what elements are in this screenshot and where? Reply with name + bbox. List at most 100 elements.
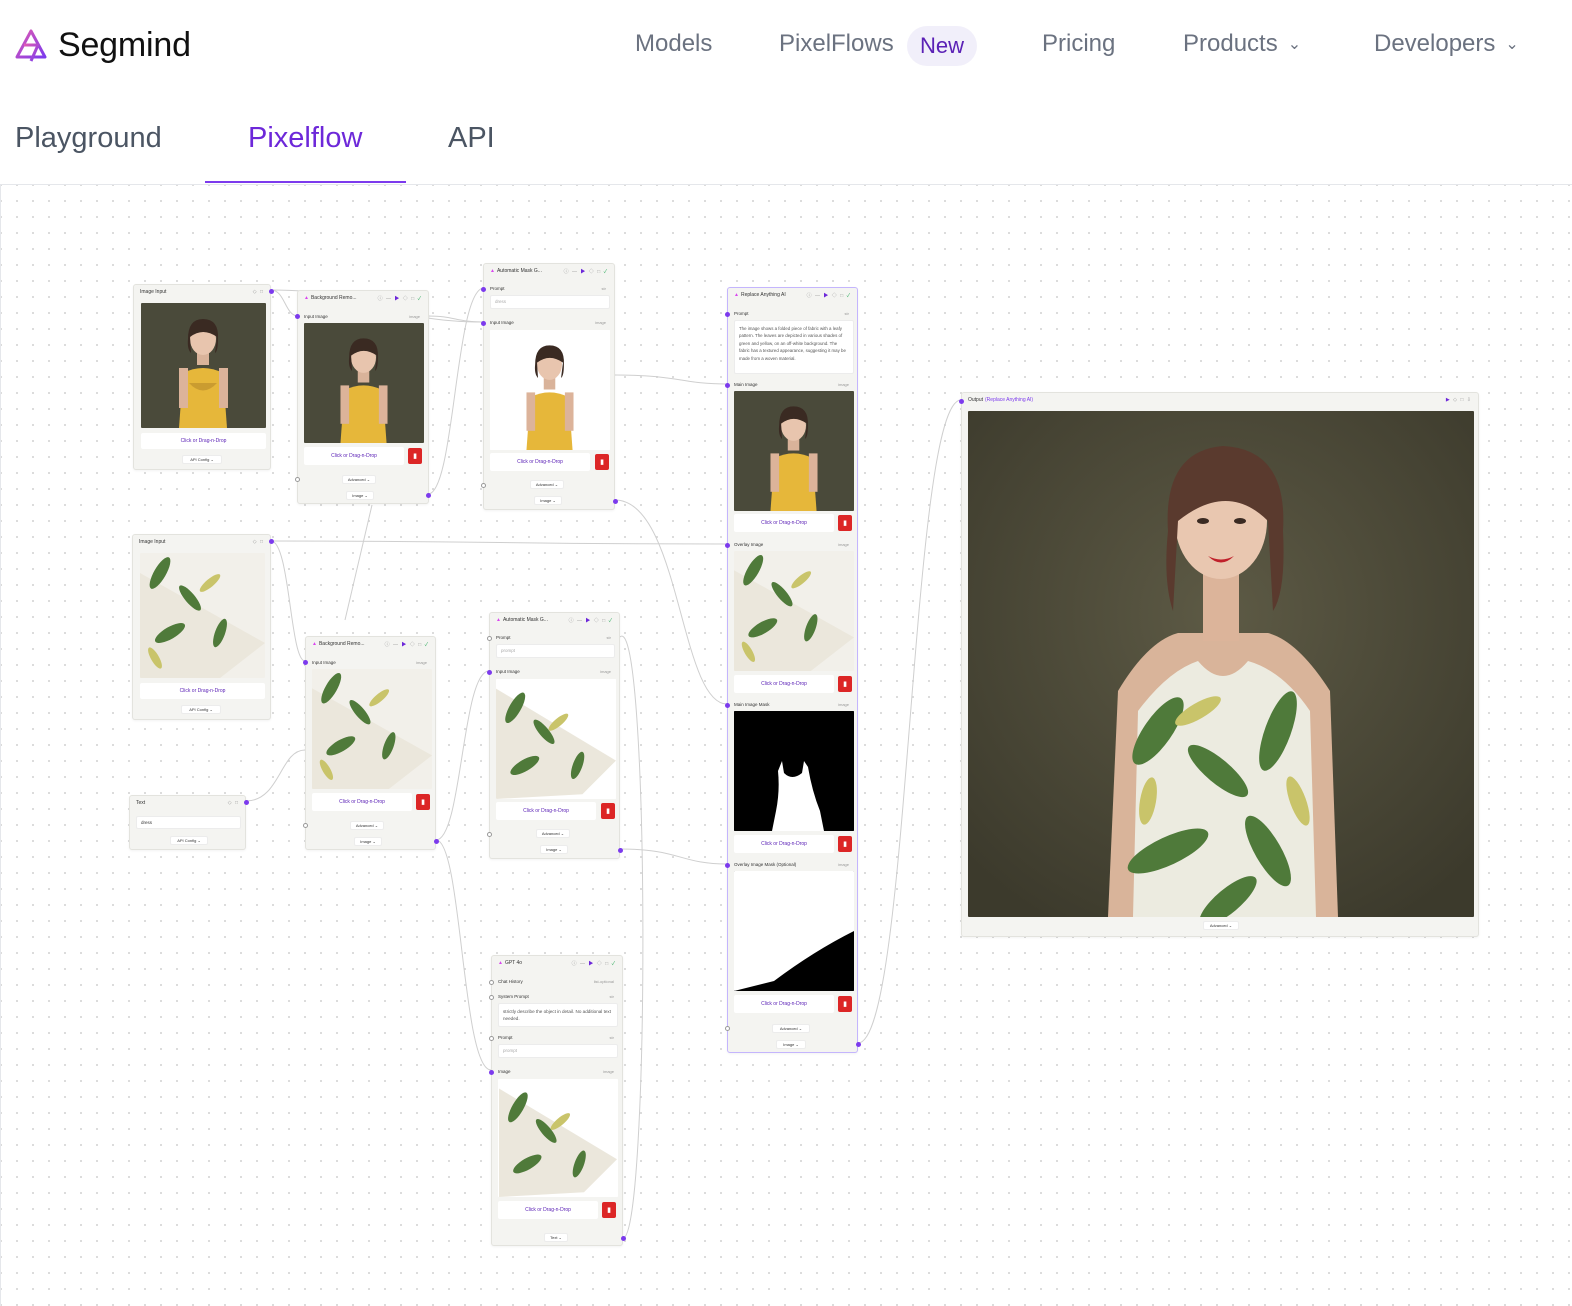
delete-icon[interactable]: ▮ (595, 454, 609, 470)
input-port[interactable] (481, 321, 486, 326)
output-type-dropdown[interactable]: Image ⌄ (776, 1040, 806, 1049)
output-type-dropdown[interactable]: Image ⌄ (346, 491, 374, 500)
prompt-input[interactable]: prompt (498, 1044, 618, 1058)
node-actions[interactable]: ⓘ — ▶ ◇ □ ✓ (564, 268, 608, 275)
output-port[interactable] (434, 839, 439, 844)
delete-icon[interactable]: ▮ (601, 803, 615, 819)
output-port[interactable] (269, 289, 274, 294)
output-type-dropdown[interactable]: Image ⌄ (540, 845, 568, 854)
chat-history-port[interactable] (489, 980, 494, 985)
delete-icon[interactable]: ▮ (838, 996, 852, 1012)
upload-dropzone[interactable]: Click or Drag-n-Drop (141, 433, 266, 449)
node-actions[interactable]: ◇ □ (253, 539, 264, 545)
output-port[interactable] (244, 800, 249, 805)
delete-icon[interactable]: ▮ (838, 836, 852, 852)
system-prompt-port[interactable] (489, 995, 494, 1000)
output-type-dropdown[interactable]: Text ⌄ (544, 1233, 568, 1242)
nav-developers[interactable]: Developers ⌄ (1374, 30, 1519, 58)
upload-dropzone[interactable]: Click or Drag-n-Drop (734, 514, 834, 532)
output-type-dropdown[interactable]: Image ⌄ (534, 496, 562, 505)
node-actions[interactable]: ⓘ — ▶ ◇ □ ✓ (807, 292, 851, 299)
upload-dropzone[interactable]: Click or Drag-n-Drop (140, 683, 265, 699)
logo[interactable]: Segmind (12, 26, 191, 65)
nav-pixelflows[interactable]: PixelFlows (779, 30, 894, 58)
upload-dropzone[interactable]: Click or Drag-n-Drop (312, 793, 412, 811)
main-image-mask-port[interactable] (725, 703, 730, 708)
text-node[interactable]: Text ◇ □ dress API Config ⌄ (129, 795, 249, 850)
advanced-dropdown[interactable]: Advanced ⌄ (1203, 921, 1239, 930)
main-image-port[interactable] (725, 383, 730, 388)
node-actions[interactable]: ◇ □ (253, 289, 264, 295)
advanced-dropdown[interactable]: Advanced ⌄ (350, 821, 384, 830)
text-value-input[interactable]: dress (136, 816, 241, 829)
delete-icon[interactable]: ▮ (408, 448, 422, 464)
prompt-port[interactable] (481, 287, 486, 292)
tab-pixelflow[interactable]: Pixelflow (248, 122, 362, 155)
image-input-node[interactable]: Image Input ◇ □ Click or Drag-n-Drop API… (132, 534, 274, 720)
param-port[interactable] (303, 823, 308, 828)
node-actions[interactable]: ▶ ◇ □ ⇩ (1446, 397, 1472, 403)
output-node[interactable]: Output (Replace Anything AI) ▶ ◇ □ ⇩ Adva… (959, 392, 1479, 937)
prompt-port[interactable] (725, 312, 730, 317)
node-actions[interactable]: ⓘ — ▶ ◇ □ ✓ (572, 960, 616, 967)
replace-anything-node[interactable]: ▲ Replace Anything AI ⓘ — ▶ ◇ □ ✓ Prompt … (725, 287, 861, 1053)
param-port[interactable] (487, 832, 492, 837)
input-port[interactable] (303, 660, 308, 665)
param-port[interactable] (481, 483, 486, 488)
prompt-textarea[interactable]: The image shows a folded piece of fabric… (734, 320, 854, 374)
node-actions[interactable]: ◇ □ (228, 800, 239, 806)
automatic-mask-node[interactable]: ▲ Automatic Mask G... ⓘ — ▶ ◇ □ ✓ Prompt … (481, 263, 618, 510)
output-port[interactable] (269, 539, 274, 544)
background-remove-node[interactable]: ▲ Background Remo... ⓘ — ▶ ◇ □ ✓ Input Im… (303, 636, 439, 850)
advanced-dropdown[interactable]: Advanced ⌄ (342, 475, 376, 484)
gpt-4o-node[interactable]: ▲ GPT 4o ⓘ — ▶ ◇ □ ✓ Chat History list-op… (489, 955, 626, 1246)
upload-dropzone[interactable]: Click or Drag-n-Drop (734, 835, 834, 853)
image-input-node[interactable]: Image Input ◇ □ Click or Drag-n-Drop API… (133, 284, 274, 470)
prompt-input[interactable]: dress (490, 295, 610, 309)
upload-dropzone[interactable]: Click or Drag-n-Drop (496, 802, 596, 820)
output-port[interactable] (613, 499, 618, 504)
tab-api[interactable]: API (448, 122, 495, 155)
background-remove-node[interactable]: ▲ Background Remo... ⓘ — ▶ ◇ □ ✓ Input Im… (295, 290, 431, 504)
upload-dropzone[interactable]: Click or Drag-n-Drop (490, 453, 590, 471)
prompt-input[interactable]: prompt (496, 644, 615, 658)
image-port[interactable] (489, 1070, 494, 1075)
advanced-dropdown[interactable]: Advanced ⌄ (536, 829, 570, 838)
nav-products[interactable]: Products ⌄ (1183, 30, 1301, 58)
input-port[interactable] (487, 670, 492, 675)
api-config-dropdown[interactable]: API Config ⌄ (170, 836, 208, 845)
upload-dropzone[interactable]: Click or Drag-n-Drop (498, 1201, 598, 1219)
tab-playground[interactable]: Playground (15, 122, 162, 155)
delete-icon[interactable]: ▮ (838, 676, 852, 692)
advanced-dropdown[interactable]: Advanced ⌄ (530, 480, 564, 489)
delete-icon[interactable]: ▮ (602, 1202, 616, 1218)
upload-dropzone[interactable]: Click or Drag-n-Drop (304, 447, 404, 465)
output-port[interactable] (621, 1236, 626, 1241)
overlay-image-mask-port[interactable] (725, 863, 730, 868)
delete-icon[interactable]: ▮ (838, 515, 852, 531)
prompt-port[interactable] (489, 1036, 494, 1041)
node-actions[interactable]: ⓘ — ▶ ◇ □ ✓ (385, 641, 429, 648)
input-port[interactable] (295, 314, 300, 319)
advanced-dropdown[interactable]: Advanced ⌄ (772, 1024, 810, 1033)
api-config-dropdown[interactable]: API Config ⌄ (182, 455, 222, 464)
param-port[interactable] (295, 477, 300, 482)
prompt-port[interactable] (487, 636, 492, 641)
system-prompt-input[interactable]: strictly describe the object in detail. … (498, 1003, 618, 1027)
output-port[interactable] (426, 493, 431, 498)
automatic-mask-node[interactable]: ▲ Automatic Mask G... ⓘ — ▶ ◇ □ ✓ Prompt … (487, 612, 623, 859)
overlay-image-port[interactable] (725, 543, 730, 548)
delete-icon[interactable]: ▮ (416, 794, 430, 810)
param-port[interactable] (725, 1026, 730, 1031)
output-port[interactable] (618, 848, 623, 853)
nav-pricing[interactable]: Pricing (1042, 30, 1115, 58)
output-type-dropdown[interactable]: Image ⌄ (354, 837, 382, 846)
output-port[interactable] (856, 1042, 861, 1047)
node-actions[interactable]: ⓘ — ▶ ◇ □ ✓ (378, 295, 422, 302)
input-port[interactable] (959, 399, 964, 404)
nav-models[interactable]: Models (635, 30, 712, 58)
upload-dropzone[interactable]: Click or Drag-n-Drop (734, 675, 834, 693)
upload-dropzone[interactable]: Click or Drag-n-Drop (734, 995, 834, 1013)
node-actions[interactable]: ⓘ — ▶ ◇ □ ✓ (569, 617, 613, 624)
api-config-dropdown[interactable]: API Config ⌄ (181, 705, 221, 714)
